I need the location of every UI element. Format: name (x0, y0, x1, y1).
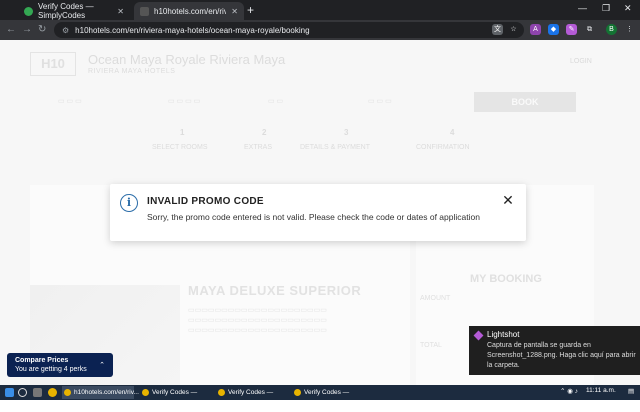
invalid-promo-dialog: i INVALID PROMO CODE Sorry, the promo co… (110, 184, 526, 241)
chrome-taskbar-icon[interactable] (48, 388, 57, 397)
hotel-name: Ocean Maya Royale Riviera Maya (88, 52, 286, 67)
bookmark-star-icon[interactable]: ☆ (508, 24, 519, 35)
step-select-rooms: SELECT ROOMS (152, 144, 208, 151)
url-text: h10hotels.com/en/riviera-maya-hotels/oce… (75, 25, 310, 35)
room-description: ▭▭▭▭▭▭▭▭▭▭▭▭▭▭▭▭▭▭▭▭▭ ▭▭▭▭▭▭▭▭▭▭▭▭▭▭▭▭▭▭… (188, 307, 327, 334)
reload-icon[interactable]: ↻ (38, 24, 46, 36)
back-arrow-icon[interactable]: ← (6, 24, 16, 36)
windows-taskbar: h10hotels.com/en/riv... Verify Codes — S… (0, 385, 640, 409)
dialog-title: INVALID PROMO CODE (147, 196, 264, 207)
compare-prices-title: Compare Prices (15, 357, 69, 364)
h10-logo[interactable]: H10 (30, 52, 76, 76)
extension-a-icon[interactable]: A (530, 24, 541, 35)
step-details-payment: DETAILS & PAYMENT (300, 144, 371, 151)
total-label: TOTAL (420, 342, 442, 349)
tab-title: h10hotels.com/en/riviera-may... (154, 6, 227, 16)
room-title: MAYA DELUXE SUPERIOR (188, 283, 362, 298)
taskbar-app-verify-codes-1[interactable]: Verify Codes — Simp... (140, 386, 212, 409)
step-extras: EXTRAS (244, 144, 273, 151)
taskbar-app-h10hotels[interactable]: h10hotels.com/en/riv... (62, 386, 139, 399)
search-icon[interactable] (18, 388, 27, 397)
taskbar-app-verify-codes-3[interactable]: Verify Codes — Simp... (292, 386, 364, 409)
chrome-icon (294, 389, 301, 396)
step-confirmation: CONFIRMATION (416, 144, 470, 151)
login-link[interactable]: LOGIN (570, 58, 592, 65)
h10-favicon-icon (140, 6, 149, 16)
notification-title: Lightshot (487, 330, 520, 339)
book-button[interactable]: BOOK (474, 92, 576, 112)
translate-icon[interactable]: 文 (492, 24, 503, 35)
lightshot-extension-icon[interactable]: ✎ (566, 24, 577, 35)
close-tab-icon[interactable]: ✕ (117, 7, 124, 16)
hotel-location[interactable]: RIVIERA MAYA HOTELS (88, 68, 175, 75)
amount-label: AMOUNT (420, 295, 451, 302)
tab-verify-codes[interactable]: Verify Codes — SimplyCodes ✕ (18, 2, 130, 20)
search-bar: ▭ ▭ ▭ ▭ ▭ ▭ ▭ ▭ ▭ ▭ ▭ ▭ (48, 91, 468, 111)
summary-title: MY BOOKING (470, 273, 542, 285)
guests-field[interactable]: ▭ ▭ (268, 97, 283, 105)
forward-arrow-icon[interactable]: → (22, 24, 32, 36)
chrome-icon (64, 389, 71, 396)
windows-start-icon[interactable] (5, 388, 14, 397)
close-window-icon[interactable]: ✕ (624, 3, 632, 14)
taskbar-app-verify-codes-2[interactable]: Verify Codes — Simp... (216, 386, 288, 409)
tab-h10hotels[interactable]: h10hotels.com/en/riviera-may... ✕ (134, 2, 244, 20)
chrome-icon (142, 389, 149, 396)
hotel-search-field[interactable]: ▭ ▭ ▭ (58, 97, 82, 105)
lightshot-feather-icon (473, 330, 484, 341)
new-tab-plus-icon[interactable]: + (247, 2, 254, 18)
browser-toolbar: ← → ↻ ⚙ h10hotels.com/en/riviera-maya-ho… (0, 20, 640, 40)
site-info-icon[interactable]: ⚙ (62, 26, 69, 35)
close-icon[interactable]: ✕ (500, 192, 516, 208)
chrome-icon (218, 389, 225, 396)
simplycodes-favicon-icon (24, 6, 33, 16)
notification-center-icon[interactable]: ▤ (628, 387, 634, 395)
promo-code-field[interactable]: ▭ ▭ ▭ (368, 97, 392, 105)
tab-title: Verify Codes — SimplyCodes (38, 2, 94, 20)
dates-field[interactable]: ▭ ▭ ▭ ▭ (168, 97, 200, 105)
extensions-puzzle-icon[interactable]: ⧉ (584, 24, 595, 35)
dialog-message: Sorry, the promo code entered is not val… (147, 212, 480, 222)
compare-prices-widget[interactable]: Compare Prices You are getting 4 perks ⌃ (7, 353, 113, 377)
minimize-icon[interactable]: — (578, 3, 587, 13)
browser-menu-icon[interactable]: ⋮ (624, 24, 635, 35)
chevron-up-icon[interactable]: ⌃ (99, 361, 105, 369)
info-icon: i (120, 194, 138, 212)
address-bar[interactable]: ⚙ h10hotels.com/en/riviera-maya-hotels/o… (54, 22, 524, 38)
profile-avatar[interactable]: B (606, 24, 617, 35)
maximize-icon[interactable]: ❐ (602, 3, 610, 14)
browser-tab-bar: Verify Codes — SimplyCodes ✕ h10hotels.c… (0, 0, 640, 20)
notification-message: Captura de pantalla se guarda en Screens… (487, 342, 636, 369)
system-tray-icons[interactable]: ⌃ ◉ ♪ (560, 387, 578, 395)
close-tab-icon[interactable]: ✕ (231, 7, 238, 16)
compare-prices-subtitle: You are getting 4 perks (15, 366, 87, 373)
task-view-icon[interactable] (33, 388, 42, 397)
clock[interactable]: 11:11 a.m. (586, 387, 616, 394)
extension-shield-icon[interactable]: ◆ (548, 24, 559, 35)
lightshot-notification[interactable]: Lightshot Captura de pantalla se guarda … (469, 326, 640, 375)
